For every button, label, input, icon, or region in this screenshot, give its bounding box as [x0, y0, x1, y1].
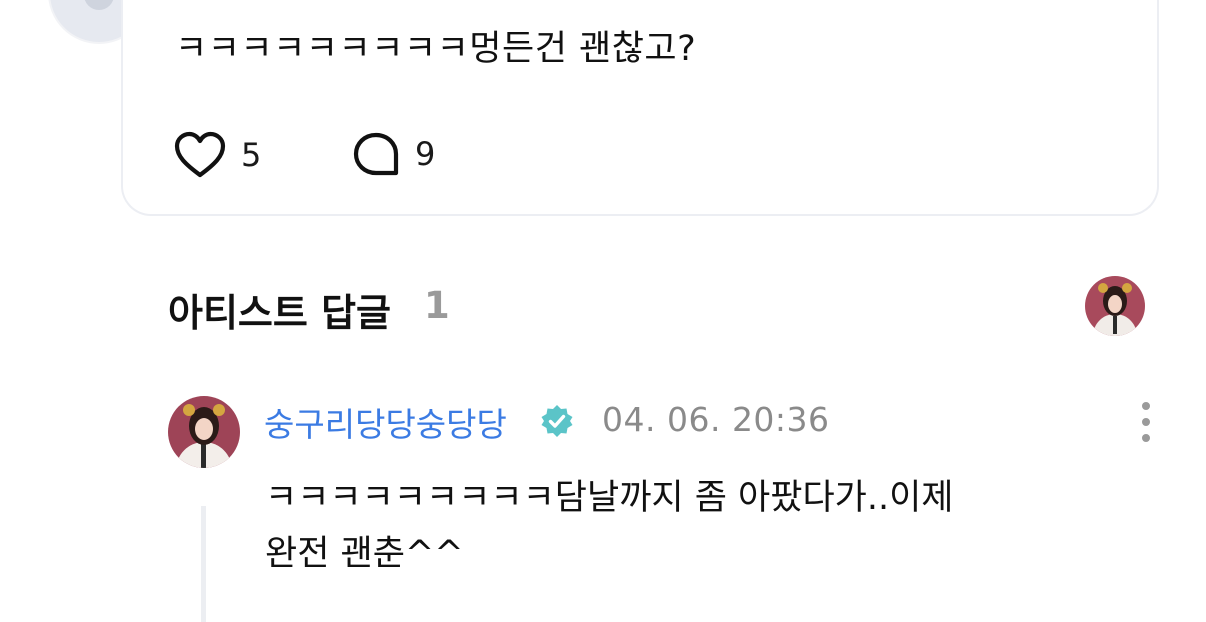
like-button[interactable]: 5: [173, 130, 261, 180]
comment-count: 9: [415, 135, 436, 173]
artist-avatar[interactable]: [1085, 276, 1145, 336]
reply-text: ㅋㅋㅋㅋㅋㅋㅋㅋㅋ담날까지 좀 아팠다가..이제 완전 괜춘^^: [265, 470, 1085, 582]
more-dot-icon: [1142, 418, 1150, 426]
artist-replies-title: 아티스트 답글: [168, 291, 391, 335]
more-options-button[interactable]: [1133, 402, 1159, 446]
heart-icon: [174, 131, 226, 178]
like-count: 5: [241, 136, 262, 174]
reply-author-avatar[interactable]: [168, 396, 240, 468]
post-card: ㅋㅋㅋㅋㅋㅋㅋㅋㅋ멍든건 괜찮고? 5 9: [121, 0, 1159, 216]
post-text: ㅋㅋㅋㅋㅋㅋㅋㅋㅋ멍든건 괜찮고?: [175, 29, 697, 69]
reply-timestamp: 04. 06. 20:36: [602, 400, 830, 439]
verified-badge-icon: [541, 405, 573, 437]
comment-button[interactable]: 9: [351, 130, 435, 178]
comment-bubble-icon: [353, 132, 399, 176]
reply-text-line: ㅋㅋㅋㅋㅋㅋㅋㅋㅋ담날까지 좀 아팠다가..이제: [265, 478, 954, 518]
artist-replies-count: 1: [424, 284, 450, 327]
reply-text-line: 완전 괜춘^^: [265, 534, 464, 574]
reply-author-name[interactable]: 숭구리당당숭당당: [264, 398, 507, 446]
thread-line: [201, 506, 206, 622]
avatar-placeholder-icon: [84, 0, 114, 10]
more-dot-icon: [1142, 402, 1150, 410]
more-dot-icon: [1142, 434, 1150, 442]
